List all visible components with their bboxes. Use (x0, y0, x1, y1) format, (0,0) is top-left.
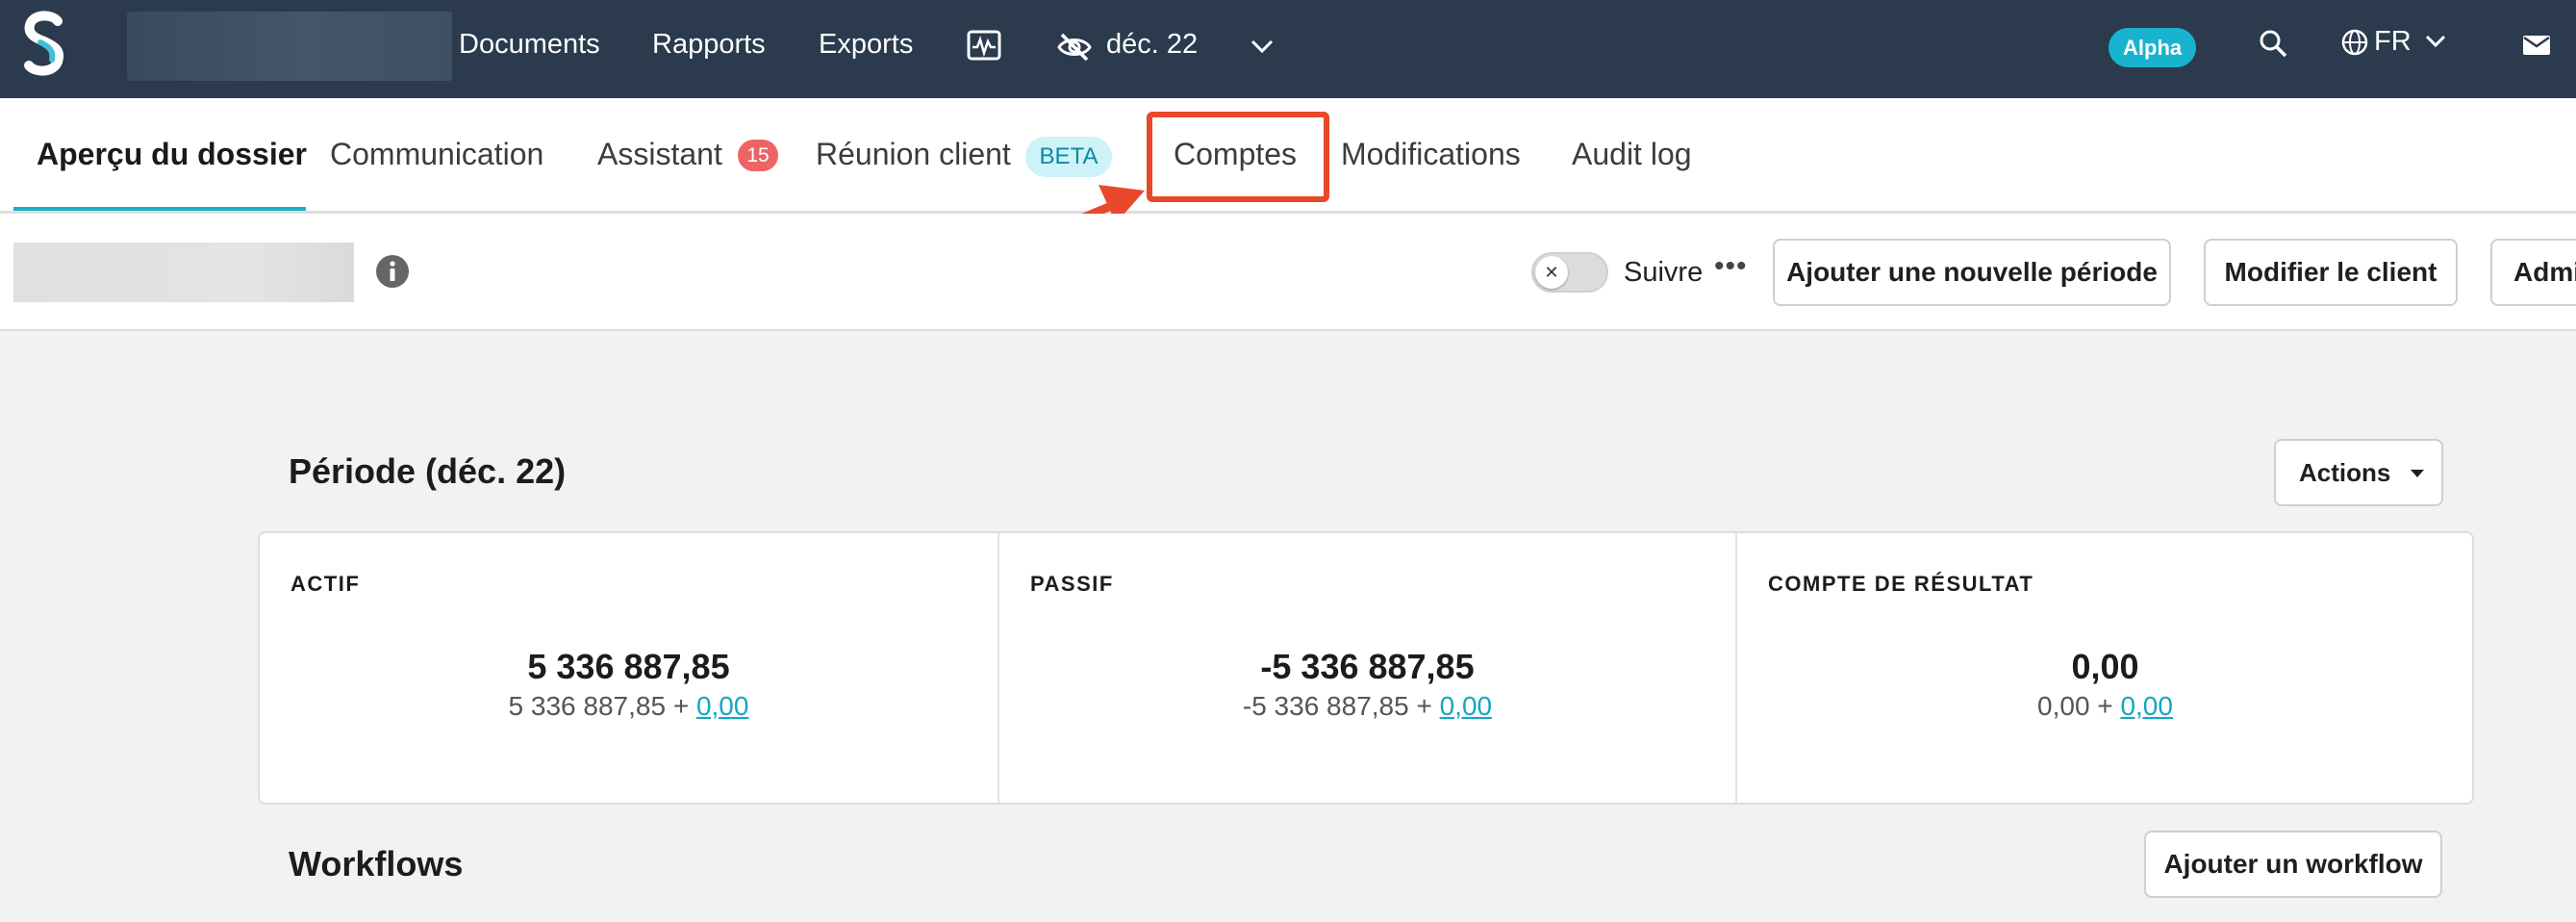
workflows-title: Workflows (289, 844, 464, 884)
tab-modifications[interactable]: Modifications (1341, 137, 1521, 172)
nav-rapports[interactable]: Rapports (652, 29, 766, 61)
add-workflow-button[interactable]: Ajouter un workflow (2144, 831, 2442, 898)
s-logo-icon[interactable] (19, 8, 69, 81)
summary-detail-base: 5 336 887,85 + (508, 691, 690, 721)
summary-value: 5 336 887,85 (527, 647, 730, 686)
summary-label: PASSIF (1030, 572, 1114, 596)
organization-name-redacted[interactable] (127, 12, 452, 81)
summary-adjustment-link[interactable]: 0,00 (2120, 691, 2173, 721)
caret-down-icon (2411, 470, 2424, 477)
balance-summary-card: ACTIF 5 336 887,85 5 336 887,85 + 0,00 P… (258, 531, 2474, 805)
actions-label: Actions (2299, 458, 2391, 487)
toggle-off-x-icon: ✕ (1535, 256, 1568, 289)
comptes-highlight-box (1147, 112, 1329, 202)
summary-passif: PASSIF -5 336 887,85 -5 336 887,85 + 0,0… (998, 533, 1735, 803)
summary-compte-de-resultat: COMPTE DE RÉSULTAT 0,00 0,00 + 0,00 (1735, 533, 2473, 803)
language-selector[interactable]: FR (2374, 26, 2412, 58)
summary-actif: ACTIF 5 336 887,85 5 336 887,85 + 0,00 (260, 533, 998, 803)
tab-apercu-du-dossier[interactable]: Aperçu du dossier (37, 137, 307, 172)
top-navigation-bar: Documents Rapports Exports déc. 22 Alpha… (0, 0, 2576, 98)
summary-value: -5 336 887,85 (1260, 647, 1475, 686)
alpha-badge: Alpha (2109, 28, 2197, 67)
tab-audit-log[interactable]: Audit log (1572, 137, 1692, 172)
follow-toggle[interactable]: ✕ (1531, 252, 1608, 293)
beta-badge: BETA (1025, 137, 1112, 177)
summary-detail: -5 336 887,85 + 0,00 (999, 691, 1735, 722)
tab-communication[interactable]: Communication (330, 137, 543, 172)
eye-off-icon[interactable] (1056, 32, 1093, 63)
assistant-count-badge: 15 (738, 140, 778, 171)
summary-adjustment-link[interactable]: 0,00 (696, 691, 749, 721)
summary-value: 0,00 (2071, 647, 2139, 686)
client-toolbar: ✕ Suivre ••• Ajouter une nouvelle périod… (0, 214, 2576, 331)
actions-dropdown-button[interactable]: Actions (2274, 439, 2443, 506)
admin-button[interactable]: Admi (2490, 239, 2576, 306)
summary-adjustment-link[interactable]: 0,00 (1440, 691, 1493, 721)
chevron-down-icon[interactable] (1250, 38, 1274, 54)
search-icon[interactable] (2259, 29, 2287, 58)
period-title: Période (déc. 22) (289, 451, 567, 491)
more-options-icon[interactable]: ••• (1714, 250, 1748, 283)
tab-assistant[interactable]: Assistant (597, 137, 722, 172)
tab-reunion-client[interactable]: Réunion client (816, 137, 1011, 172)
follow-label: Suivre (1624, 257, 1704, 288)
summary-label: ACTIF (290, 572, 361, 596)
globe-icon[interactable] (2340, 28, 2369, 57)
mail-icon[interactable] (2522, 35, 2551, 56)
summary-detail: 5 336 887,85 + 0,00 (260, 691, 998, 722)
summary-detail-base: 0,00 + (2037, 691, 2113, 721)
client-name-redacted (13, 243, 354, 302)
period-selector-label[interactable]: déc. 22 (1106, 29, 1198, 61)
add-new-period-button[interactable]: Ajouter une nouvelle période (1773, 239, 2171, 306)
summary-detail: 0,00 + 0,00 (1737, 691, 2473, 722)
summary-label: COMPTE DE RÉSULTAT (1768, 572, 2034, 596)
active-tab-indicator (13, 207, 306, 211)
activity-monitor-icon[interactable] (967, 29, 1001, 64)
language-chevron-down-icon[interactable] (2425, 35, 2446, 48)
summary-detail-base: -5 336 887,85 + (1242, 691, 1432, 721)
nav-documents[interactable]: Documents (459, 29, 600, 61)
nav-exports[interactable]: Exports (819, 29, 913, 61)
edit-client-button[interactable]: Modifier le client (2204, 239, 2458, 306)
info-icon[interactable] (375, 254, 410, 289)
